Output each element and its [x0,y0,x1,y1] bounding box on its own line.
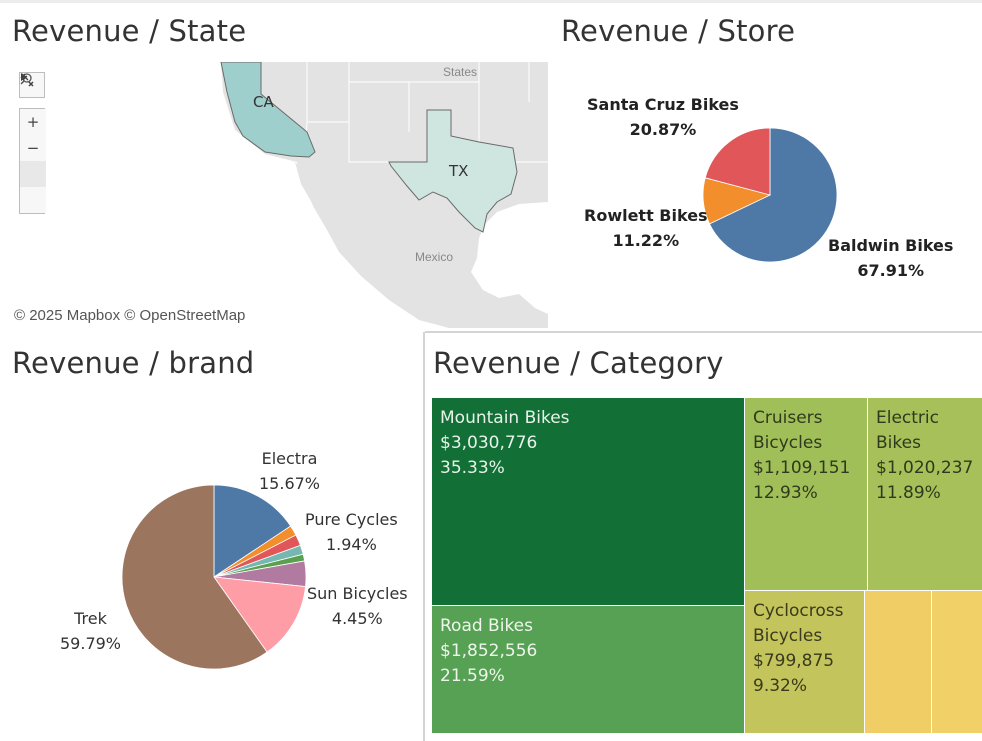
brand-label-sun-bicycles: Sun Bicycles 4.45% [307,581,408,631]
treemap-tile-electric-bikes[interactable]: Electric Bikes $1,020,237 11.89% [868,398,982,590]
tile-value-cyclocross: $799,875 [753,651,835,671]
treemap-tile-unlabeled-2[interactable] [932,591,982,733]
store-name-rowlett: Rowlett Bikes [584,206,708,225]
expand-toolbar-button[interactable] [20,73,46,213]
store-name-santa-cruz: Santa Cruz Bikes [587,95,739,114]
brand-pct-trek: 59.79% [60,634,122,653]
tile-name-electric-1: Electric [876,408,939,428]
brand-label-electra: Electra 15.67% [259,446,320,496]
store-pct-rowlett: 11.22% [612,231,680,250]
store-pct-santa-cruz: 20.87% [629,120,697,139]
brand-pct-electra: 15.67% [259,474,321,493]
brand-name-pure-cycles: Pure Cycles [305,510,398,529]
tile-name-road-bikes: Road Bikes [440,616,534,636]
zoom-controls: + − [19,73,46,214]
tile-pct-mountain-bikes: 35.33% [440,458,505,478]
store-label-baldwin: Baldwin Bikes 67.91% [828,233,953,283]
store-pct-baldwin: 67.91% [857,261,925,280]
treemap-tile-mountain-bikes[interactable]: Mountain Bikes $3,030,776 35.33% [432,398,744,605]
brand-label-pure-cycles: Pure Cycles 1.94% [305,507,398,557]
tile-pct-cruisers: 12.93% [753,483,818,503]
store-label-santa-cruz: Santa Cruz Bikes 20.87% [587,92,739,142]
store-label-rowlett: Rowlett Bikes 11.22% [584,203,708,253]
zoom-in-button[interactable]: + [20,109,46,135]
tile-name-cruisers-1: Cruisers [753,408,823,428]
play-icon [21,73,27,81]
panel-divider-vertical[interactable] [423,332,425,741]
zoom-out-button[interactable]: − [20,135,46,161]
brand-pct-sun-bicycles: 4.45% [331,609,383,628]
map-toolbar: + − [19,72,46,214]
tile-name-cyclocross-2: Bicycles [753,626,823,646]
brand-pct-pure-cycles: 1.94% [325,535,377,554]
tile-value-road-bikes: $1,852,556 [440,641,538,661]
brand-name-electra: Electra [261,449,318,468]
treemap-tile-road-bikes[interactable]: Road Bikes $1,852,556 21.59% [432,606,744,733]
tile-pct-electric: 11.89% [876,483,941,503]
map-canvas[interactable] [9,62,548,328]
store-title: Revenue / Store [561,14,796,48]
tile-pct-road-bikes: 21.59% [440,666,505,686]
treemap-tile-cruisers-bicycles[interactable]: Cruisers Bicycles $1,109,151 12.93% [745,398,867,590]
tile-name-cruisers-2: Bicycles [753,433,823,453]
tile-name-mountain-bikes: Mountain Bikes [440,408,570,428]
tile-name-electric-2: Bikes [876,433,921,453]
brand-name-sun-bicycles: Sun Bicycles [307,584,408,603]
state-map[interactable]: CA TX States Mexico + − © 2025 Mapbox © … [9,62,548,328]
panel-divider-horizontal [425,331,982,333]
brand-title: Revenue / brand [12,346,255,380]
tile-value-cruisers: $1,109,151 [753,458,851,478]
top-border [0,0,982,3]
treemap-tile-cyclocross-bicycles[interactable]: Cyclocross Bicycles $799,875 9.32% [745,591,864,733]
tile-name-cyclocross-1: Cyclocross [753,601,844,621]
state-label-tx: TX [449,162,469,180]
tile-value-mountain-bikes: $3,030,776 [440,433,538,453]
treemap-tile-unlabeled-1[interactable] [865,591,931,733]
region-label-mexico: Mexico [415,250,454,264]
unpin-map-button[interactable] [20,73,46,187]
brand-name-trek: Trek [74,609,107,628]
brand-label-trek: Trek 59.79% [60,606,121,656]
state-title: Revenue / State [12,14,247,48]
tile-value-electric: $1,020,237 [876,458,974,478]
category-title: Revenue / Category [433,346,724,380]
state-label-ca: CA [253,93,274,111]
region-label-states: States [443,65,478,79]
tile-pct-cyclocross: 9.32% [753,676,808,696]
store-name-baldwin: Baldwin Bikes [828,236,954,255]
map-attribution[interactable]: © 2025 Mapbox © OpenStreetMap [14,307,245,324]
